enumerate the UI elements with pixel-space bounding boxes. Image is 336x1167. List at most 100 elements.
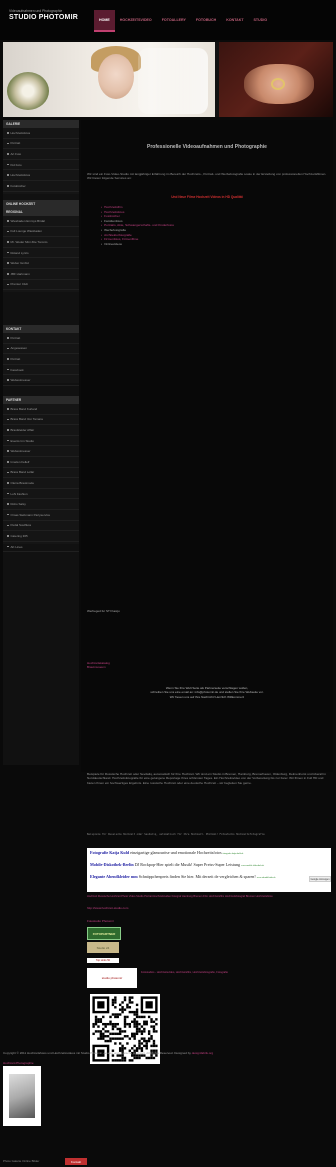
sidebar-item[interactable]: Brass Band Lollar bbox=[3, 468, 79, 479]
highlight-text[interactable]: Und Neue Filme Hochzeit Videos in HD Qua… bbox=[81, 195, 333, 199]
sidebar-item[interactable]: Weber GmbH bbox=[3, 258, 79, 269]
sidebar-item[interactable]: Portrait bbox=[3, 333, 79, 344]
qr-module bbox=[133, 1025, 136, 1028]
sidebar-item[interactable]: Mr. Weder Mini Ztte Toronto bbox=[3, 237, 79, 248]
ad-item[interactable]: Fotografie Katja Kuld einzigartige glamo… bbox=[90, 850, 243, 855]
partner-links: Hochzeitskatalog Brautmuseum bbox=[87, 661, 110, 670]
sidebar-item[interactable]: Oleria Brautmode bbox=[3, 478, 79, 489]
sidebar-item[interactable]: Events Inn Studio bbox=[3, 436, 79, 447]
nav-hochzeitsvideo[interactable]: HOCHZEITSVIDEO bbox=[115, 10, 157, 30]
google-ads-badge[interactable]: Google Anzeigen bbox=[309, 876, 331, 882]
qr-module bbox=[114, 998, 117, 1002]
keyword-tags[interactable]: Hochzeit Russische Hochzeit Photo Video … bbox=[87, 895, 329, 899]
qr-module bbox=[102, 1027, 105, 1031]
qr-module bbox=[145, 1044, 148, 1048]
qr-module bbox=[121, 1030, 124, 1033]
qr-module bbox=[138, 1039, 141, 1043]
qr-module bbox=[135, 1030, 139, 1033]
sidebar-item[interactable]: Pedal Soulfluss bbox=[3, 521, 79, 532]
sidebar-item[interactable]: Brass Band Von Tamara bbox=[3, 415, 79, 426]
qr-module bbox=[138, 1027, 141, 1031]
sidebar-heading: ONLINE HOCHZEIT bbox=[3, 200, 79, 208]
sidebar-item[interactable]: Hochzeitsfotos bbox=[3, 170, 79, 181]
category-line[interactable]: Fotostudios - Hochzeitsvideo, Hochzeitsf… bbox=[141, 971, 331, 974]
sidebar-item[interactable]: Omas Siebmann Partyservice bbox=[3, 510, 79, 521]
ad-item[interactable]: Mobile-Diskothek-Berlin DJ Rockpop-Hier … bbox=[90, 862, 264, 867]
qr-module bbox=[123, 1030, 127, 1033]
qr-module bbox=[114, 1015, 117, 1019]
nav-studio[interactable]: STUDIO bbox=[249, 10, 273, 30]
sidebar-item[interactable]: Fotobücher bbox=[3, 181, 79, 192]
qr-module bbox=[133, 1035, 136, 1038]
sidebar-item[interactable]: Portrait bbox=[3, 139, 79, 150]
sidebar-item[interactable]: Facebook bbox=[3, 365, 79, 376]
sidebar-item[interactable]: Roland Lyrics bbox=[3, 248, 79, 259]
qr-finder bbox=[97, 1001, 105, 1009]
qr-module bbox=[121, 1037, 124, 1040]
qr-module bbox=[118, 1003, 122, 1007]
sidebar-item[interactable]: Webestmesser bbox=[3, 375, 79, 386]
sidebar-item[interactable]: Premier Club bbox=[3, 280, 79, 291]
qr-module bbox=[145, 1022, 148, 1026]
studio24-badge[interactable]: Studio 24 bbox=[87, 942, 119, 953]
qr-module bbox=[138, 1047, 141, 1050]
sidebar-item[interactable]: Robo Salsy bbox=[3, 499, 79, 510]
sidebar-item[interactable]: Full Lounge Wiesbaden bbox=[3, 227, 79, 238]
nav-fotobuch[interactable]: FOTOBUCH bbox=[191, 10, 221, 30]
nav-fotoallery[interactable]: FOTOALLERY bbox=[157, 10, 191, 30]
sidebar-item[interactable]: Innefen Fellelf bbox=[3, 457, 79, 468]
qr-module bbox=[104, 1035, 107, 1038]
site-title[interactable]: STUDIO PHOTOMIR bbox=[9, 14, 78, 21]
qr-module bbox=[111, 1022, 115, 1026]
qr-module bbox=[92, 1022, 95, 1026]
bouquet bbox=[7, 72, 49, 110]
nav-home[interactable]: HOME bbox=[94, 10, 115, 32]
qr-module bbox=[114, 1037, 117, 1040]
site-url[interactable]: http://www.hochzeit-studio.com bbox=[87, 906, 128, 910]
sidebar-item[interactable]: Portrait bbox=[3, 354, 79, 365]
qr-module bbox=[102, 1032, 105, 1036]
bottom-link[interactable]: Hochzeit-Photographie bbox=[3, 1061, 34, 1065]
fotostudio-link[interactable]: Fotostudio Photomir bbox=[87, 919, 114, 923]
sidebar-item[interactable]: Brautkleider Affair bbox=[3, 425, 79, 436]
sidebar-item[interactable]: LoN Fashion bbox=[3, 489, 79, 500]
fotopartner-badge[interactable]: FOTOPARTNER bbox=[87, 927, 121, 940]
sidebar-item[interactable]: Hochzeitsfotos bbox=[3, 128, 79, 139]
qr-module bbox=[121, 1056, 124, 1060]
sidebar-item[interactable]: Webestmesser bbox=[3, 446, 79, 457]
qr-module bbox=[147, 1037, 151, 1040]
qr-module bbox=[140, 1030, 144, 1033]
qr-module bbox=[114, 996, 117, 999]
bride-face bbox=[98, 54, 134, 99]
sidebar-item[interactable]: AK Lines bbox=[3, 542, 79, 553]
sidebar-item[interactable]: Art Foto bbox=[3, 149, 79, 160]
qr-module bbox=[135, 1022, 139, 1026]
qr-module bbox=[140, 1042, 144, 1045]
photo-thumbnail[interactable] bbox=[3, 1066, 41, 1126]
contact-button[interactable]: Kontakt bbox=[65, 1158, 87, 1165]
photomir-logo-badge[interactable]: studio photomir bbox=[87, 968, 137, 988]
designer-link[interactable]: designfabrik.org bbox=[192, 1051, 213, 1055]
qr-module bbox=[114, 1001, 117, 1004]
sidebar-item[interactable]: JBF Hartmann bbox=[3, 269, 79, 280]
qr-module bbox=[150, 1056, 153, 1060]
qr-module bbox=[147, 1015, 151, 1019]
bride-photo bbox=[3, 42, 215, 117]
qr-module bbox=[128, 1025, 132, 1028]
sidebar-item[interactable]: Angesessen bbox=[3, 344, 79, 355]
intro-text: Wir sind ein Foto-Video-Studio mit langj… bbox=[87, 172, 327, 181]
link-brautmuseum[interactable]: Brautmuseum bbox=[87, 665, 110, 669]
mono-text: Beispiele für Russische Hochzeit oder Se… bbox=[87, 833, 265, 836]
sidebar-item[interactable]: Wiesbaden Emmys Bridal bbox=[3, 216, 79, 227]
qr-module bbox=[138, 1015, 141, 1019]
sidebar-item[interactable]: Catering 365 bbox=[3, 531, 79, 542]
sidebar-item[interactable]: Brass Band Kurland bbox=[3, 404, 79, 415]
qr-module bbox=[131, 1032, 134, 1036]
nav-kontakt[interactable]: KONTAKT bbox=[221, 10, 248, 30]
ad-item[interactable]: Elegante Abendkleider mm Schnäppchenprei… bbox=[90, 874, 276, 879]
sidebar-item[interactable]: Kid Foto bbox=[3, 160, 79, 171]
toplinks-badge[interactable]: Top Links 50 bbox=[87, 958, 119, 963]
qr-module bbox=[152, 1044, 156, 1048]
qr-module bbox=[94, 1015, 98, 1019]
service-item: Onlinevideos bbox=[101, 242, 174, 247]
